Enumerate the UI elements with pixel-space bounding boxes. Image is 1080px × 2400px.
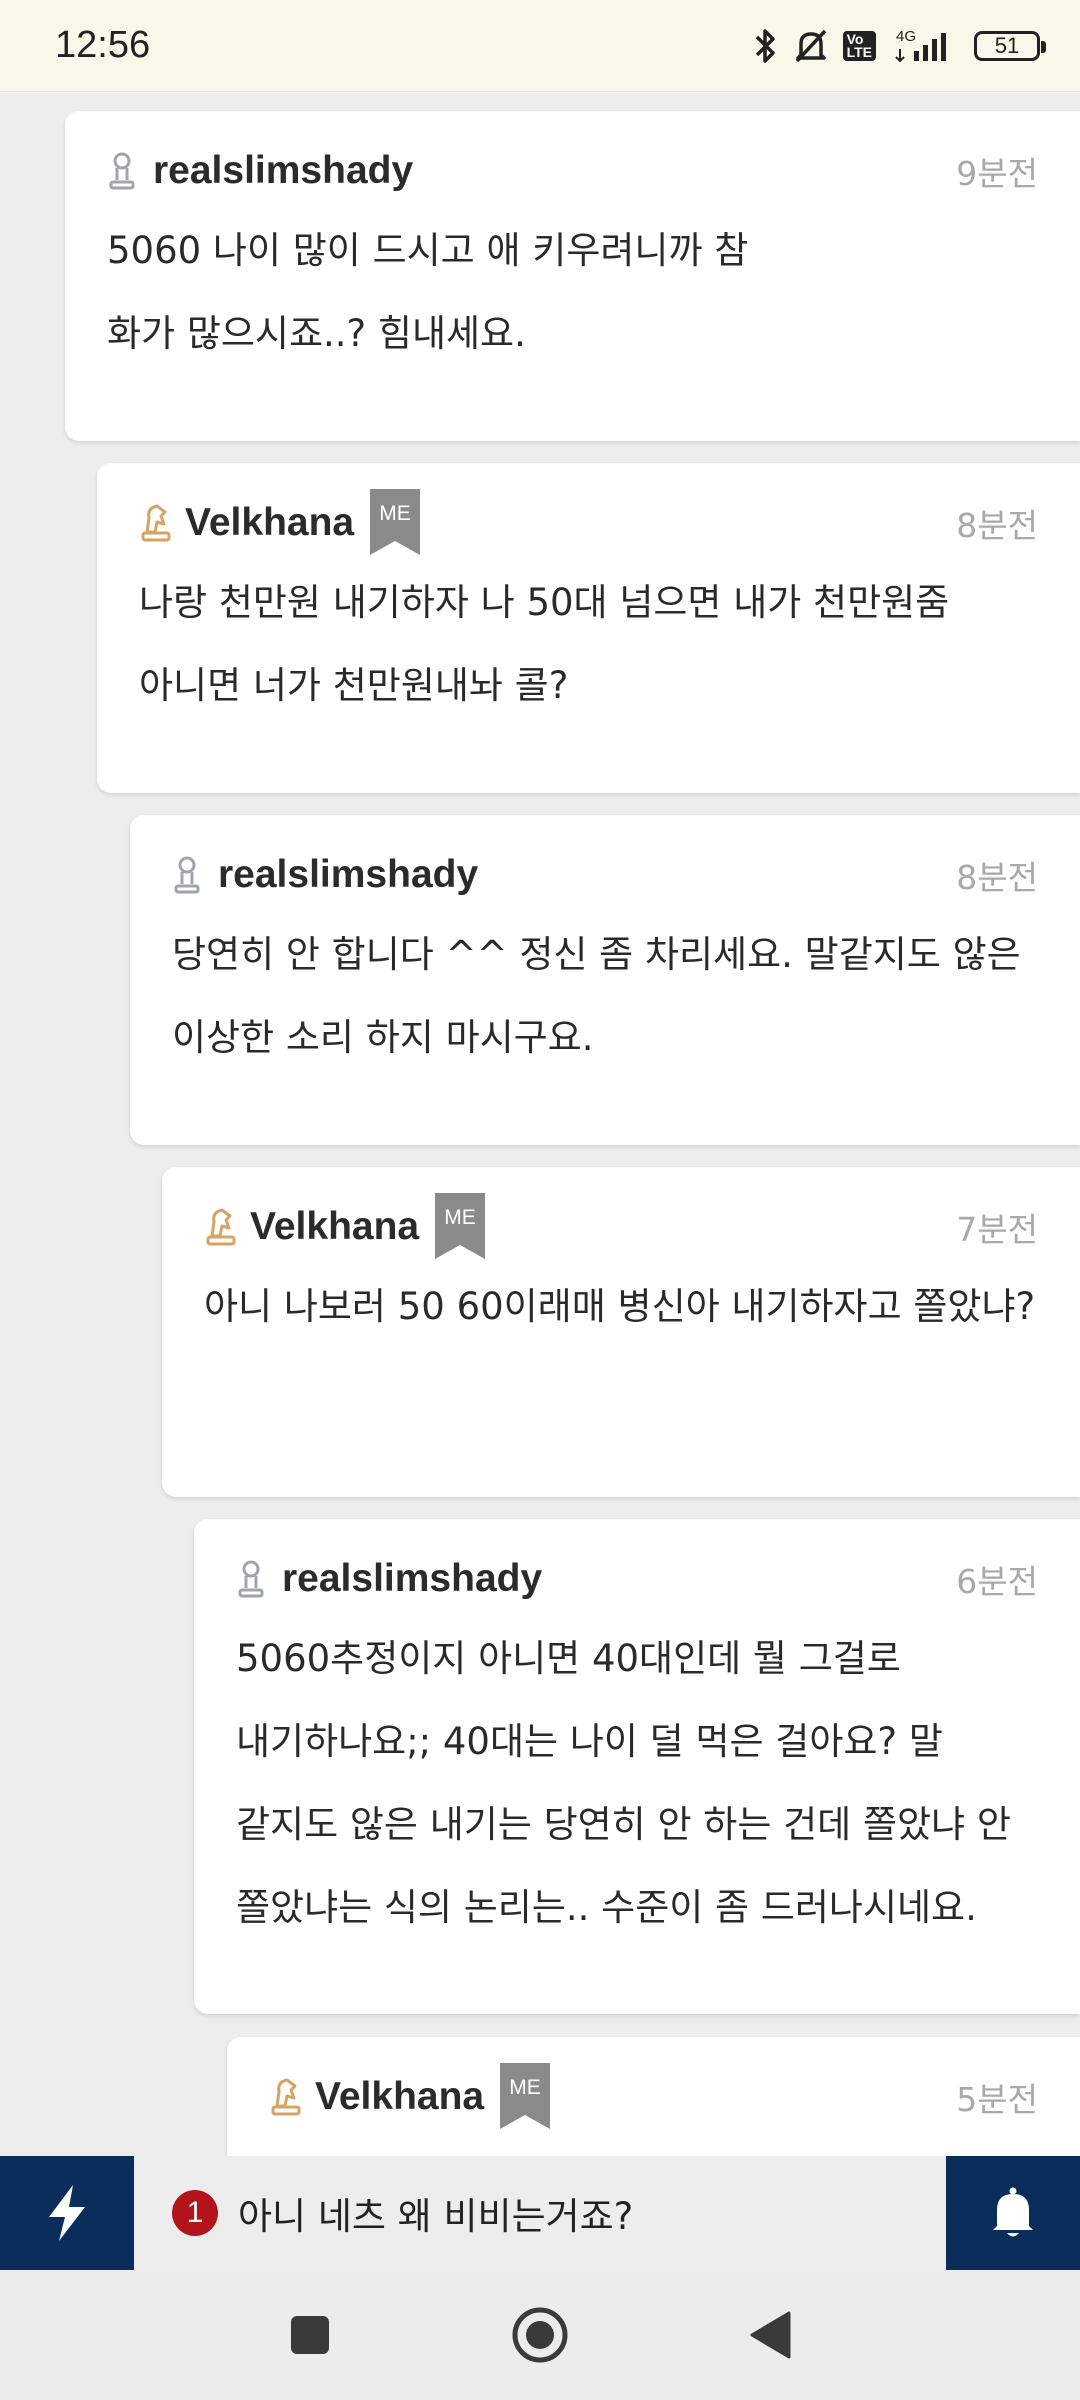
system-nav-bar [0, 2270, 1080, 2400]
quick-action-button[interactable] [0, 2156, 134, 2270]
comment-author[interactable]: realslimshady [218, 853, 478, 897]
user-icon [107, 149, 141, 193]
comment-author[interactable]: Velkhana [250, 1205, 419, 1249]
comment-header: realslimshady 8분전 [172, 847, 1038, 903]
comment-header: Velkhana ME 7분전 [204, 1193, 1038, 1259]
comment-text: 나랑 천만원 내기하자 나 50대 넘으면 내가 천만원줌 아니면 너가 천만원… [139, 581, 950, 707]
bell-icon [993, 2187, 1033, 2237]
comment-author[interactable]: realslimshady [282, 1557, 542, 1601]
me-badge: ME [500, 2063, 551, 2131]
comment-card[interactable]: Velkhana ME 8분전 나랑 천만원 내기하자 나 50대 넘으면 내가… [97, 463, 1080, 793]
recents-button[interactable] [195, 2285, 425, 2385]
bluetooth-icon [755, 28, 775, 63]
lightning-icon [49, 2185, 85, 2241]
comment-header: Velkhana ME 5분전 [269, 2063, 1038, 2129]
notice-text: 아니 네츠 왜 비비는거죠? [238, 2195, 634, 2238]
comment-author[interactable]: realslimshady [153, 149, 413, 193]
svg-text:4G: 4G [896, 28, 916, 45]
comment-card[interactable]: realslimshady 8분전 당연히 안 합니다 ^^ 정신 좀 차리세요… [130, 815, 1080, 1145]
comment-text: 5060추정이지 아니면 40대인데 뭘 그걸로 내기하나요;; 40대는 나이… [236, 1637, 1011, 1929]
comment-author[interactable]: Velkhana [315, 2075, 484, 2119]
comment-header: realslimshady 6분전 [236, 1551, 1038, 1607]
comment-time: 7분전 [956, 1210, 1038, 1249]
knight-icon [139, 501, 173, 545]
battery-icon: 51 [974, 30, 1046, 61]
comment-time: 8분전 [956, 858, 1038, 897]
knight-icon [204, 1205, 238, 1249]
comment-text: 5060 나이 많이 드시고 애 키우려니까 참 화가 많으시죠..? 힘내세요… [107, 229, 749, 355]
notice-count-badge: 1 [172, 2190, 218, 2236]
volte-icon: Vo LTE [842, 30, 876, 61]
back-button[interactable] [655, 2285, 885, 2385]
comment-card[interactable]: Velkhana ME 7분전 아니 나보러 50 60이래매 병신아 내기하자… [162, 1167, 1080, 1497]
comment-header: realslimshady 9분전 [107, 143, 1038, 199]
comment-card[interactable]: realslimshady 9분전 5060 나이 많이 드시고 애 키우려니까… [65, 111, 1080, 441]
comment-text: 아니 나보러 50 60이래매 병신아 내기하자고 쫄았냐? [204, 1285, 1036, 1328]
comment-time: 8분전 [956, 506, 1038, 545]
mute-icon [795, 29, 826, 62]
comment-card[interactable]: realslimshady 6분전 5060추정이지 아니면 40대인데 뭘 그… [194, 1519, 1080, 2014]
me-badge: ME [435, 1193, 486, 1261]
action-bar: 1 아니 네츠 왜 비비는거죠? [0, 2156, 1080, 2270]
square-icon [291, 2316, 329, 2354]
status-icons: Vo LTE 4G 51 [753, 27, 1046, 65]
status-time: 12:56 [55, 24, 151, 66]
user-icon [172, 853, 206, 897]
comment-time: 5분전 [956, 2080, 1038, 2119]
battery-level: 51 [994, 32, 1020, 58]
user-icon [236, 1557, 270, 1601]
status-bar: 12:56 Vo LTE 4G 51 [0, 0, 1080, 92]
comment-time: 9분전 [956, 154, 1038, 193]
signal-icon: 4G [895, 28, 946, 62]
comment-text: 당연히 안 합니다 ^^ 정신 좀 차리세요. 말같지도 않은 이상한 소리 하… [172, 933, 1021, 1059]
comment-time: 6분전 [956, 1562, 1038, 1601]
notice-banner[interactable]: 1 아니 네츠 왜 비비는거죠? [134, 2156, 946, 2270]
circle-icon [512, 2307, 568, 2363]
me-badge: ME [370, 489, 421, 557]
comment-author[interactable]: Velkhana [185, 501, 354, 545]
svg-text:ME: ME [379, 502, 411, 525]
back-triangle-icon [750, 2311, 791, 2359]
comment-header: Velkhana ME 8분전 [139, 489, 1038, 555]
svg-text:ME: ME [509, 2076, 541, 2099]
notifications-button[interactable] [946, 2156, 1080, 2270]
svg-text:ME: ME [444, 1206, 476, 1229]
home-button[interactable] [425, 2285, 655, 2385]
knight-icon [269, 2075, 303, 2119]
